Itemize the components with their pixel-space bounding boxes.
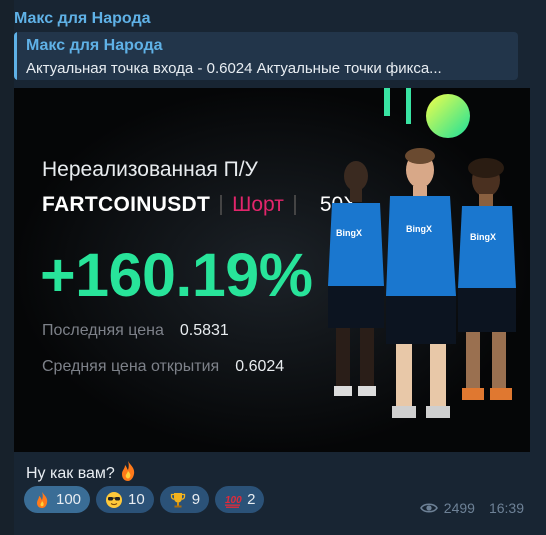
reaction-count: 9 xyxy=(191,491,201,508)
reaction-hundred-points[interactable]: 100 2 xyxy=(215,486,265,513)
avg-open-label: Средняя цена открытия xyxy=(42,358,220,375)
reply-accent-bar xyxy=(14,32,17,80)
pnl-percentage: +160.19% xyxy=(40,241,313,309)
last-price-row: Последняя цена 0.5831 xyxy=(42,322,229,340)
sender-name[interactable]: Макс для Народа xyxy=(14,10,151,28)
player-right: BingX xyxy=(458,158,516,400)
message-time: 16:39 xyxy=(488,500,524,516)
reaction-count: 2 xyxy=(247,491,256,508)
last-price-label: Последняя цена xyxy=(42,322,164,339)
reaction-fire[interactable]: 100 xyxy=(24,486,91,513)
players-illustration: BingX BingX BingX xyxy=(328,148,516,418)
message-meta: 2499 16:39 xyxy=(419,500,524,516)
reply-sender-name: Макс для Народа xyxy=(26,37,163,54)
message-caption: Ну как вам? xyxy=(26,460,137,483)
reply-preview[interactable]: Макс для Народа Актуальная точка входа -… xyxy=(14,32,518,80)
jersey-logo: BingX xyxy=(406,224,432,234)
reaction-count: 10 xyxy=(128,491,145,508)
avg-open-value: 0.6024 xyxy=(235,358,285,375)
trophy-icon xyxy=(169,491,187,509)
player-center: BingX xyxy=(386,148,456,418)
jersey-logo: BingX xyxy=(336,228,362,238)
fire-icon xyxy=(121,461,134,481)
caption-text: Ну как вам? xyxy=(26,465,115,482)
divider xyxy=(293,195,296,215)
symbol: FARTCOINUSDT xyxy=(42,193,211,216)
reactions-bar: 100 10 9 100 2 xyxy=(24,486,265,513)
avg-open-row: Средняя цена открытия 0.6024 xyxy=(42,358,284,376)
side-badge: Шорт xyxy=(232,193,284,216)
fire-icon xyxy=(33,491,51,509)
reaction-count: 100 xyxy=(56,491,82,508)
player-left: BingX xyxy=(328,161,384,396)
reply-text: Актуальная точка входа - 0.6024 Актуальн… xyxy=(26,60,442,77)
last-price-value: 0.5831 xyxy=(179,322,229,339)
hundred-points-icon: 100 xyxy=(224,491,242,509)
eye-icon xyxy=(419,503,438,513)
jersey-logo: BingX xyxy=(470,232,496,242)
sunglasses-face-icon xyxy=(105,491,123,509)
views-count: 2499 xyxy=(443,500,475,516)
divider xyxy=(220,195,223,215)
reaction-sunglasses-face[interactable]: 10 xyxy=(96,486,154,513)
card-title: Нереализованная П/У xyxy=(42,158,258,181)
media-image[interactable]: Нереализованная П/У FARTCOINUSDT Шорт 50… xyxy=(14,88,530,452)
svg-text:100: 100 xyxy=(225,495,242,506)
position-header: FARTCOINUSDT Шорт 50X xyxy=(42,193,357,217)
reaction-trophy[interactable]: 9 xyxy=(159,486,210,513)
